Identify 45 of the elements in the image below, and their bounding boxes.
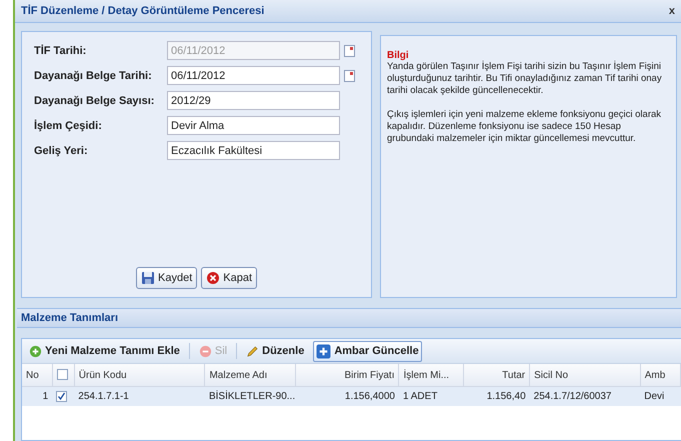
save-button[interactable]: Kaydet [136,267,198,289]
section-title: Malzeme Tanımları [21,312,118,324]
field-label: TİF Tarihi: [34,44,88,56]
window-title: TİF Düzenleme / Detay Görüntüleme Penceresi [21,5,264,17]
close-button[interactable]: x [666,5,677,17]
table-cell: 1.156,40 [463,386,530,406]
checkbox[interactable] [56,390,68,402]
info-text: Çıkış işlemleri için yeni malzeme ekleme fonksiyonu geçici olarak kapalıdır. Düzenleme fonksiyonu ise sadece 150 Hesap grubundaki malzemeler için miktar güncellemesi mevcuttur. [387,109,662,145]
calendar-icon[interactable] [344,44,354,56]
info-text: Yanda görülen Taşınır İşlem Fişi tarihi sizin bu Taşınır İşlem Fişini oluşturduğunuz tarihtir. Bu Tifi onayladığınız zaman Tif tarihi onay tarihi olacak şekilde güncellenecektir. [387,61,663,97]
calendar-icon[interactable] [344,70,354,82]
input-field[interactable]: Eczacılık Fakültesi [167,141,340,160]
column-header[interactable]: Ürün Kodu [74,364,205,386]
checkbox[interactable] [56,369,68,380]
column-header[interactable]: Birim Fiyatı [295,364,399,386]
table-cell: 1.156,4000 [295,386,399,406]
field-label: İşlem Çeşidi: [34,120,103,132]
table-cell: 254.1.7/12/60037 [530,386,640,406]
column-header[interactable]: Sicil No [530,364,640,386]
table-cell: 254.1.7.1-1 [74,386,205,406]
table-cell: 1 ADET [398,386,464,406]
plus-square-icon [316,344,332,358]
column-header[interactable]: Malzeme Adı [204,364,296,386]
column-header[interactable]: No [22,364,52,386]
field-label: Geliş Yeri: [34,144,89,156]
field-label: Dayanağı Belge Sayısı: [34,94,156,106]
column-header[interactable]: Amb [640,364,680,386]
field-label: Dayanağı Belge Tarihi: [34,70,153,82]
close-icon [206,271,220,285]
add-material-button[interactable]: Yeni Malzeme Tanımı Ekle [26,340,183,362]
close-button[interactable]: Kapat [201,267,257,289]
input-field[interactable]: Devir Alma [167,116,340,135]
minus-circle-icon [198,344,212,358]
update-button[interactable]: Ambar Güncelle [313,340,422,362]
edit-button[interactable]: Düzenle [243,340,308,362]
pencil-icon [246,344,260,358]
table-cell: Devi [640,386,680,406]
input-field[interactable]: 2012/29 [167,91,340,110]
table-cell: BİSİKLETLER-90... [204,386,296,406]
column-header[interactable]: Tutar [463,364,530,386]
table-cell: 1 [22,386,52,406]
plus-circle-icon [29,344,42,358]
info-title: Bilgi [387,50,410,61]
column-header[interactable]: İşlem Mi... [398,364,464,386]
date-field[interactable]: 06/11/2012 [167,66,340,85]
